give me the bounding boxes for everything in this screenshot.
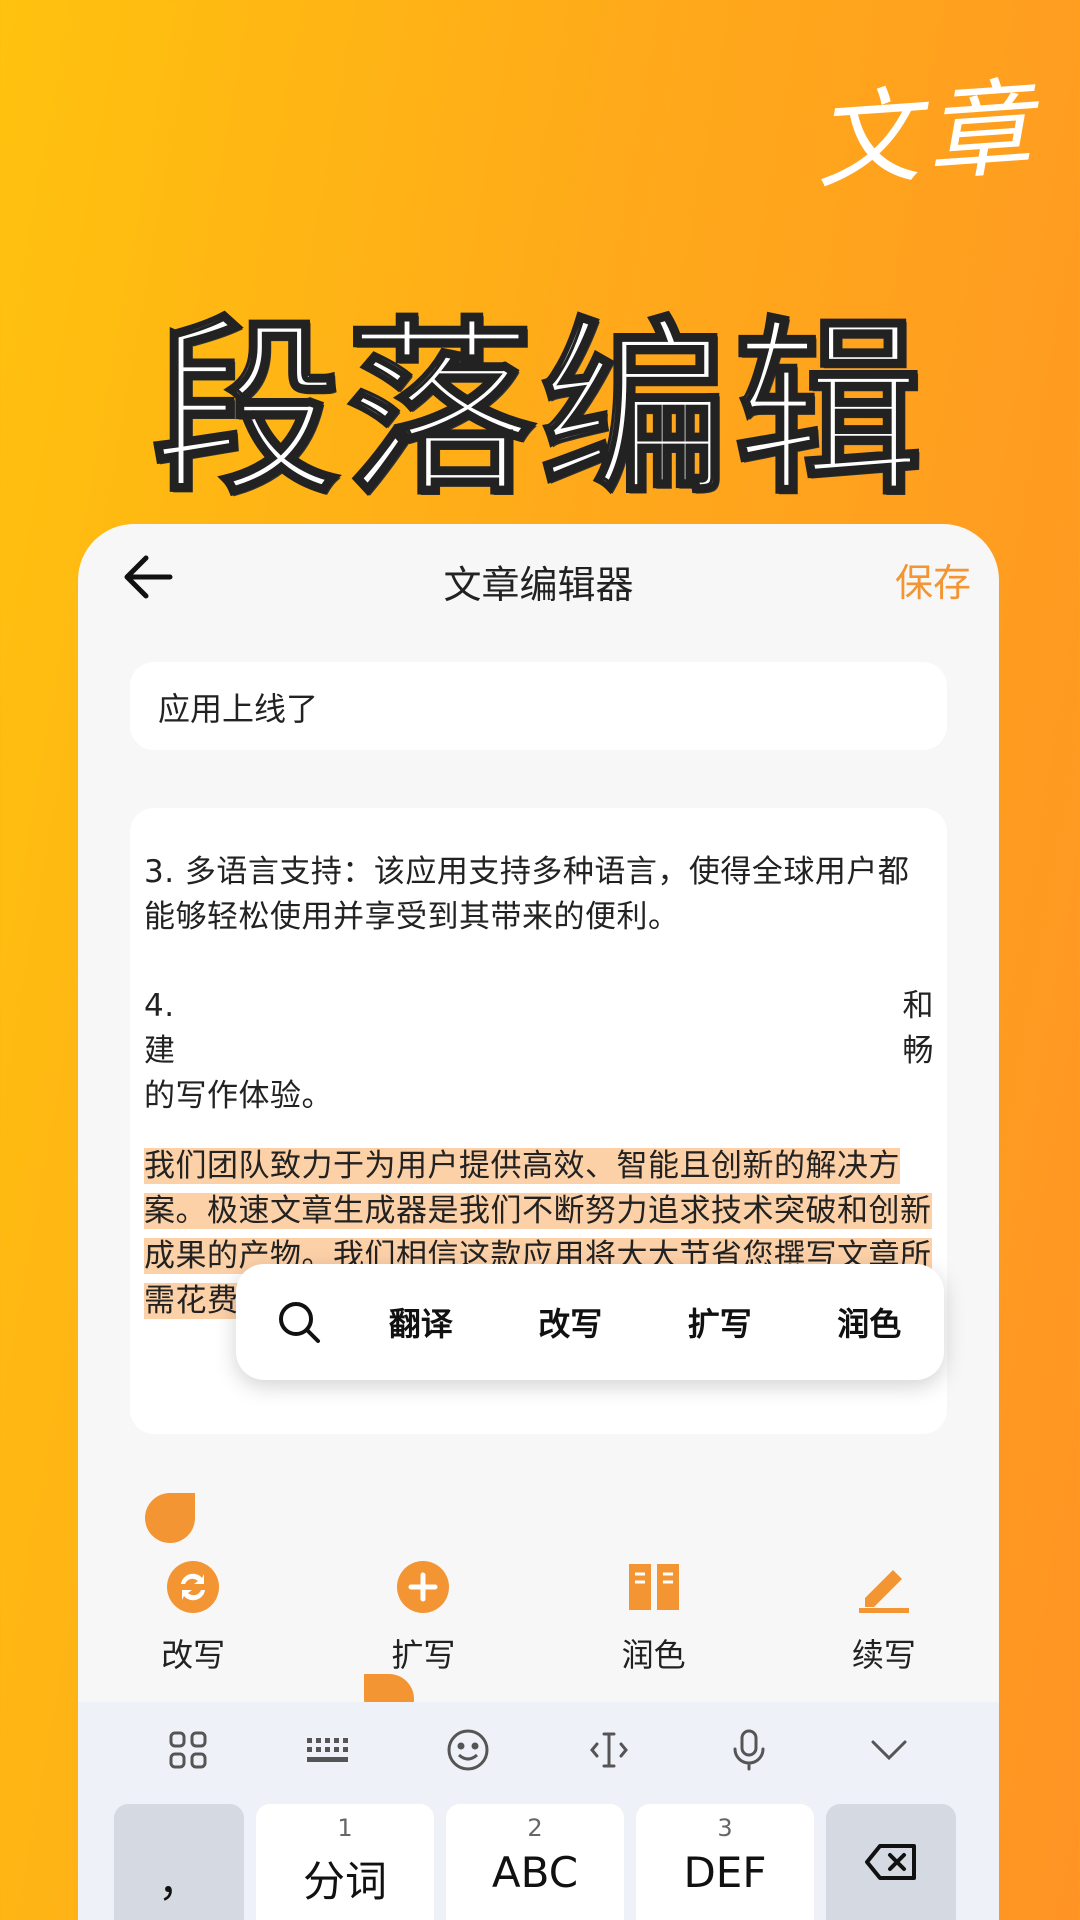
key-comma-label: ， (157, 1857, 200, 1906)
headline: 段落编辑 (151, 300, 928, 522)
grid-icon[interactable] (164, 1726, 212, 1774)
polish-button[interactable]: 润色 (539, 1560, 769, 1680)
continue-button[interactable]: 续写 (769, 1560, 999, 1680)
cursor-icon[interactable] (585, 1726, 633, 1774)
paragraph-4-line2-end: 畅 (902, 1033, 934, 1069)
key-1[interactable]: 1 分词 (256, 1804, 434, 1920)
paragraph-4-line1-start: 4. (144, 988, 175, 1024)
paragraph-4: 4. 和 建 畅 的写作体验。 (144, 984, 934, 1119)
keyboard-toolbar (78, 1702, 999, 1798)
backspace-key[interactable] (826, 1804, 956, 1920)
rewrite-label: 改写 (161, 1636, 226, 1674)
chevron-down-icon[interactable] (865, 1726, 913, 1774)
selection-context-menu: 翻译 改写 扩写 润色 (236, 1264, 944, 1380)
rewrite-button[interactable]: 改写 (78, 1560, 308, 1680)
key-2[interactable]: 2 ABC (446, 1804, 624, 1920)
search-icon[interactable] (236, 1299, 346, 1345)
brand-logo-text: 文章 (810, 66, 1043, 204)
backspace-icon (826, 1842, 956, 1892)
menu-item-polish[interactable]: 润色 (795, 1299, 945, 1345)
ai-toolbar: 改写 扩写 润色 续写 (78, 1560, 999, 1680)
page-title: 文章编辑器 (443, 563, 634, 607)
selection-start-handle[interactable] (145, 1493, 195, 1543)
continue-label: 续写 (851, 1636, 916, 1674)
expand-button[interactable]: 扩写 (308, 1560, 538, 1680)
expand-label: 扩写 (391, 1636, 456, 1674)
article-content-editor[interactable]: 3. 多语言支持：该应用支持多种语言，使得全球用户都能够轻松使用并享受到其带来的… (130, 808, 947, 1724)
pencil-icon (857, 1560, 911, 1614)
key-2-label: ABC (491, 1848, 579, 1897)
article-title-input[interactable]: 应用上线了 (130, 662, 947, 750)
key-3[interactable]: 3 DEF (636, 1804, 814, 1920)
plus-icon (396, 1560, 450, 1614)
paragraph-4-line1-end: 和 (902, 988, 934, 1024)
key-3-label: DEF (683, 1848, 767, 1897)
menu-item-rewrite[interactable]: 改写 (496, 1299, 646, 1345)
key-2-number: 2 (527, 1814, 543, 1842)
menu-item-expand[interactable]: 扩写 (645, 1299, 795, 1345)
soft-keyboard: ， 1 分词 2 ABC 3 DEF (78, 1702, 999, 1920)
emoji-icon[interactable] (444, 1726, 492, 1774)
polish-label: 润色 (621, 1636, 686, 1674)
mic-icon[interactable] (725, 1726, 773, 1774)
key-comma[interactable]: ， (114, 1804, 244, 1920)
key-1-label: 分词 (302, 1857, 387, 1906)
key-3-number: 3 (717, 1814, 733, 1842)
paragraph-3: 3. 多语言支持：该应用支持多种语言，使得全球用户都能够轻松使用并享受到其带来的… (144, 854, 910, 935)
book-icon (627, 1560, 681, 1614)
key-1-number: 1 (337, 1814, 353, 1842)
paragraph-4-line2-start: 建 (144, 1033, 176, 1069)
phone-screen: 文章编辑器 保存 应用上线了 3. 多语言支持：该应用支持多种语言，使得全球用户… (78, 524, 999, 1920)
refresh-icon (166, 1560, 220, 1614)
paragraph-4-line3: 的写作体验。 (144, 1078, 333, 1114)
keyboard-icon[interactable] (304, 1726, 352, 1774)
keyboard-keys: ， 1 分词 2 ABC 3 DEF (114, 1804, 956, 1920)
top-bar: 文章编辑器 保存 (78, 524, 999, 624)
save-button[interactable]: 保存 (895, 552, 971, 607)
menu-item-translate[interactable]: 翻译 (346, 1299, 496, 1345)
